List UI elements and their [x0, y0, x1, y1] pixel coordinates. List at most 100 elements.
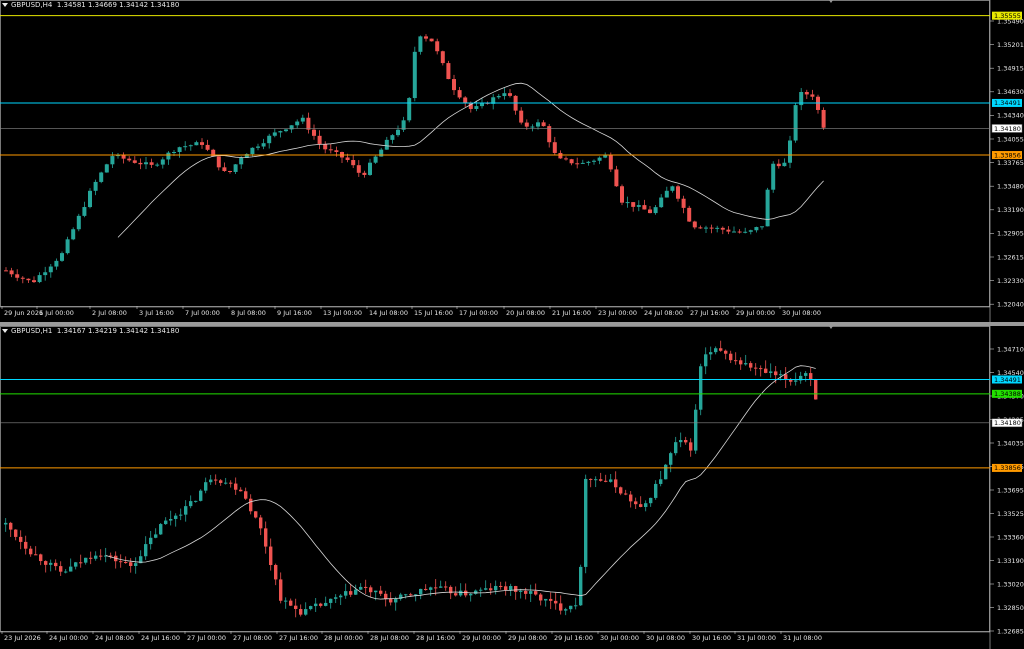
bear-candle — [524, 590, 528, 594]
bear-candle — [719, 348, 723, 351]
h4-chart-pane[interactable]: 1.35490 1.35201 1.34915 1.34630 1.34340 1.340… — [0, 0, 1024, 322]
bull-candle — [519, 590, 523, 592]
bear-candle — [614, 479, 618, 488]
bear-candle — [720, 227, 725, 230]
bear-candle — [362, 172, 367, 175]
price-tick-label: 1.33020 — [997, 580, 1024, 588]
bull-candle — [314, 603, 318, 607]
time-tick-label: 27 Jul 16:00 — [690, 309, 729, 317]
price-tick-label: 1.34340 — [997, 112, 1024, 120]
bull-candle — [289, 125, 294, 130]
bull-candle — [574, 605, 578, 607]
h1-price-scale[interactable]: 1.347101.345401.343701.342051.340351.338… — [990, 345, 1024, 635]
bear-candle — [558, 152, 563, 159]
time-tick-label: 20 Jul 08:00 — [506, 309, 545, 317]
h4-chart-canvas[interactable]: 1.354901.352011.349151.346301.343401.340… — [0, 0, 1024, 322]
price-tick-label: 1.34055 — [997, 135, 1024, 143]
bear-candle — [244, 491, 248, 499]
bull-candle — [344, 591, 348, 596]
bull-candle — [419, 588, 423, 595]
bull-candle — [368, 162, 372, 175]
bull-candle — [704, 227, 708, 229]
bear-candle — [539, 594, 543, 601]
h1-shift-marker[interactable] — [829, 326, 833, 329]
price-tick-label: 1.33765 — [997, 159, 1024, 167]
bull-candle — [659, 479, 663, 484]
time-tick-label: 15 Jul 16:00 — [414, 309, 453, 317]
bull-candle — [804, 373, 808, 376]
bear-candle — [4, 270, 8, 272]
time-tick-label: 29 Jul 16:00 — [554, 634, 593, 642]
bull-candle — [714, 348, 718, 353]
bull-candle — [295, 121, 300, 126]
bear-candle — [634, 501, 638, 505]
h4-chart-header: GBPUSD,H4 1.34581 1.34669 1.34142 1.3418… — [2, 1, 179, 9]
bull-candle — [760, 226, 764, 228]
bear-candle — [559, 603, 563, 611]
bear-candle — [684, 439, 688, 443]
bull-candle — [793, 105, 798, 141]
price-tick-label: 1.32685 — [997, 627, 1024, 635]
bull-candle — [670, 186, 675, 191]
bear-candle — [299, 608, 303, 615]
h4-candles — [4, 34, 826, 284]
bull-candle — [60, 253, 64, 261]
bear-candle — [575, 163, 580, 165]
bull-candle — [407, 98, 412, 121]
collapse-triangle-icon[interactable] — [2, 329, 8, 333]
bull-candle — [304, 609, 308, 615]
bull-candle — [110, 156, 115, 165]
collapse-triangle-icon[interactable] — [2, 3, 8, 7]
bear-candle — [608, 155, 613, 170]
bear-candle — [34, 554, 38, 556]
bear-candle — [514, 586, 518, 592]
price-tick-label: 1.34710 — [997, 345, 1024, 353]
bear-candle — [624, 493, 628, 495]
h1-chart-pane[interactable]: 1.347101.345401.343701.342051.340351.338… — [0, 326, 1024, 649]
bear-candle — [364, 586, 368, 588]
bull-candle — [324, 602, 328, 606]
bear-candle — [249, 498, 253, 512]
bear-candle — [463, 97, 468, 103]
bear-candle — [9, 270, 14, 275]
h1-chart-canvas[interactable]: 1.347101.345401.343701.342051.340351.338… — [0, 326, 1024, 649]
bear-candle — [19, 536, 23, 542]
bear-candle — [737, 231, 742, 233]
time-tick-label: 27 Jul 16:00 — [279, 634, 318, 642]
bear-candle — [726, 229, 731, 232]
bull-candle — [592, 160, 596, 162]
bear-candle — [599, 479, 603, 481]
green-level-tag-label: 1.34388 — [994, 390, 1021, 398]
h1-time-scale[interactable]: 23 Jul 2026 24 Jul 00:00 24 Jul 08:00 24 Ju… — [1, 631, 822, 642]
bull-candle — [284, 129, 288, 132]
bear-candle — [356, 165, 361, 173]
bull-candle — [609, 479, 613, 482]
h4-time-scale[interactable]: 29 Jun 20261 Jul 00:00 2 Jul 08:00 3 Jul 1… — [1, 306, 821, 317]
bull-candle — [278, 131, 283, 133]
bear-candle — [446, 63, 451, 80]
h1-level-tags: 1.34491 1.34388 1.34180 1.33856 — [991, 375, 1023, 472]
time-tick-label: 2 Jul 08:00 — [92, 309, 127, 317]
h4-shift-marker[interactable] — [829, 0, 833, 3]
price-tick-label: 1.33695 — [997, 486, 1024, 494]
bull-candle — [309, 606, 313, 610]
bear-candle — [259, 517, 263, 529]
bear-candle — [631, 202, 636, 207]
bear-candle — [389, 598, 393, 603]
price-tick-label: 1.35201 — [997, 41, 1024, 49]
bear-candle — [219, 480, 223, 483]
h4-price-scale[interactable]: 1.354901.352011.349151.346301.343401.340… — [990, 17, 1024, 309]
bull-candle — [418, 36, 423, 52]
time-tick-label: 13 Jul 00:00 — [323, 309, 362, 317]
orange-level-tag-label: 1.33856 — [994, 151, 1021, 159]
bull-candle — [65, 239, 70, 254]
bull-candle — [474, 106, 479, 109]
bear-candle — [44, 561, 48, 565]
bear-candle — [434, 587, 438, 589]
bull-candle — [284, 600, 288, 602]
bull-candle — [474, 590, 478, 594]
bull-candle — [694, 409, 698, 451]
bull-candle — [659, 197, 664, 208]
bear-candle — [454, 593, 458, 596]
bear-candle — [424, 36, 428, 39]
